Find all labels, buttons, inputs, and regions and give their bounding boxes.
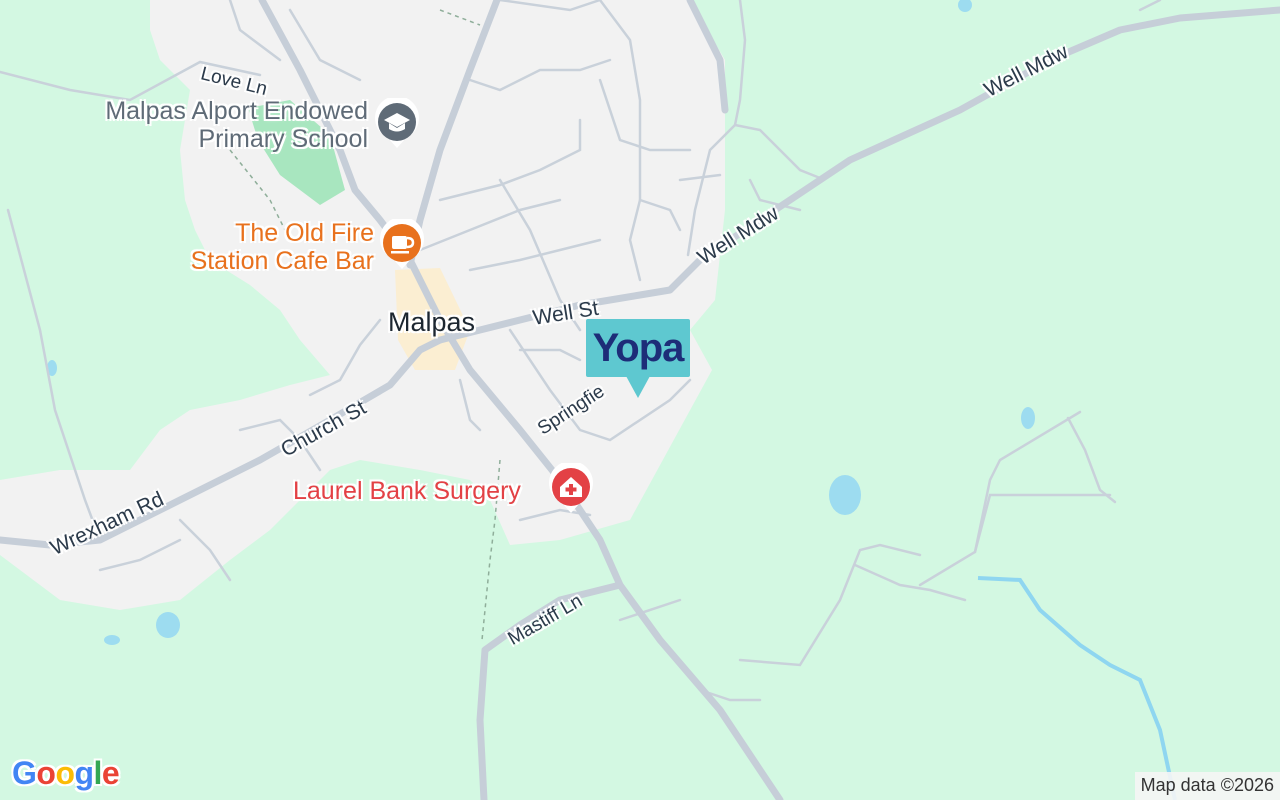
pond bbox=[829, 475, 861, 515]
poi-school-label-line2: Primary School bbox=[198, 125, 369, 153]
poi-cafe-label-line1: The Old Fire bbox=[235, 219, 374, 247]
pond bbox=[958, 0, 972, 12]
google-logo-letter: g bbox=[74, 755, 94, 791]
town-label[interactable]: Malpas bbox=[388, 308, 475, 336]
property-marker-logo: Yopa bbox=[592, 326, 685, 370]
map-attribution[interactable]: Map data ©2026 bbox=[1134, 772, 1280, 800]
poi-school-label-line1: Malpas Alport Endowed bbox=[105, 97, 368, 125]
cafe-icon[interactable] bbox=[379, 219, 425, 271]
stream bbox=[977, 576, 1177, 800]
google-logo-letter: o bbox=[36, 755, 56, 791]
hospital-icon[interactable] bbox=[548, 463, 594, 515]
google-logo-letter: e bbox=[101, 755, 120, 791]
poi-cafe-label-line2: Station Cafe Bar bbox=[190, 247, 374, 275]
poi-school-label[interactable]: Malpas Alport Endowed Primary School bbox=[72, 97, 368, 153]
google-logo[interactable]: Google bbox=[12, 755, 120, 792]
google-logo-letter: l bbox=[93, 755, 103, 791]
poi-cafe-label[interactable]: The Old Fire Station Cafe Bar bbox=[150, 219, 374, 275]
school-icon[interactable] bbox=[374, 98, 420, 150]
google-logo-letter: G bbox=[12, 755, 37, 791]
property-marker[interactable]: Yopa bbox=[586, 319, 690, 398]
poi-surgery-label[interactable]: Laurel Bank Surgery bbox=[293, 477, 521, 505]
pond bbox=[1021, 407, 1035, 429]
google-logo-letter: o bbox=[55, 755, 75, 791]
pond bbox=[104, 635, 120, 645]
pond bbox=[156, 612, 180, 638]
